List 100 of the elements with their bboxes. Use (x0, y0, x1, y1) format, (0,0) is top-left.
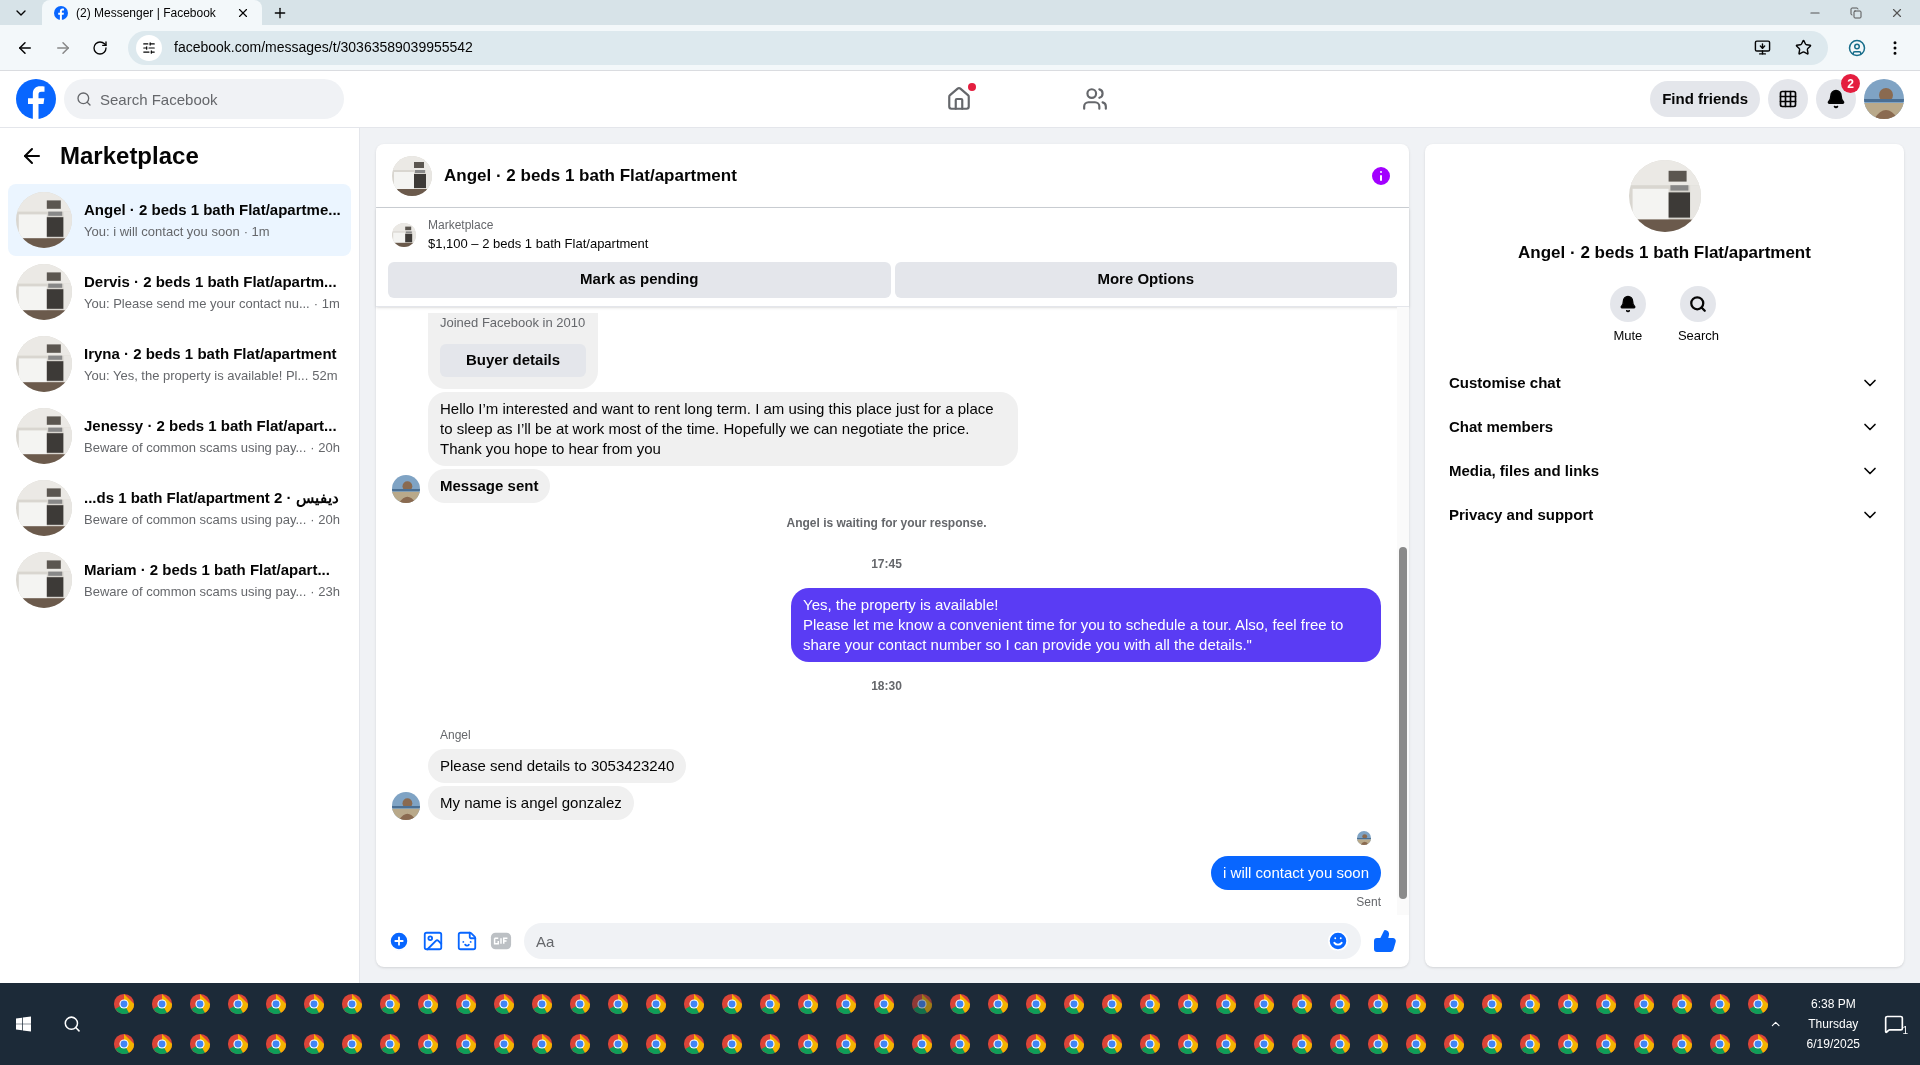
browser-icon[interactable] (569, 993, 592, 1015)
browser-icon[interactable] (683, 993, 706, 1015)
browser-icon[interactable] (1025, 993, 1048, 1015)
like-icon[interactable] (1373, 929, 1397, 953)
browser-icon[interactable] (113, 993, 136, 1015)
browser-icon[interactable] (151, 1033, 174, 1055)
menu-grid-icon[interactable] (1778, 89, 1798, 109)
browser-icon[interactable] (949, 1033, 972, 1055)
browser-icon[interactable] (1367, 993, 1390, 1015)
browser-icon[interactable] (987, 1033, 1010, 1055)
facebook-logo[interactable] (16, 79, 56, 119)
browser-icon[interactable] (1215, 993, 1238, 1015)
browser-icon[interactable] (873, 1033, 896, 1055)
browser-icon[interactable] (151, 993, 174, 1015)
search-field[interactable]: Search Facebook (64, 79, 344, 119)
browser-icon[interactable] (303, 1033, 326, 1055)
browser-icon[interactable] (1633, 1033, 1656, 1055)
browser-icon[interactable] (721, 1033, 744, 1055)
browser-icon[interactable] (1595, 1033, 1618, 1055)
listing-action-button[interactable]: More Options (894, 261, 1397, 298)
browser-icon[interactable] (1595, 993, 1618, 1015)
notifications-icon[interactable] (1826, 89, 1846, 109)
browser-icon[interactable] (1367, 1033, 1390, 1055)
conversation-item[interactable]: Angel · 2 beds 1 bath Flat/apartme... You: i will contact you soon · 1m (8, 184, 351, 256)
scrollbar[interactable] (1397, 306, 1409, 915)
emoji-icon[interactable] (1327, 930, 1349, 952)
browser-icon[interactable] (911, 993, 934, 1015)
browser-icon[interactable] (493, 1033, 516, 1055)
section-row[interactable]: Chat members (1437, 405, 1892, 449)
browser-icon[interactable] (1101, 1033, 1124, 1055)
browser-icon[interactable] (417, 993, 440, 1015)
address-bar[interactable]: facebook.com/messages/t/30363589039955542 (128, 30, 1828, 65)
browser-icon[interactable] (759, 1033, 782, 1055)
conversation-item[interactable]: Iryna · 2 beds 1 bath Flat/apartment You: Yes, the property is available! Pl... 52m (8, 328, 351, 400)
browser-icon[interactable] (379, 1033, 402, 1055)
action-button[interactable] (1680, 285, 1717, 322)
reload-icon[interactable] (92, 39, 108, 56)
browser-icon[interactable] (417, 1033, 440, 1055)
browser-icon[interactable] (1329, 993, 1352, 1015)
browser-icon[interactable] (1063, 1033, 1086, 1055)
browser-icon[interactable] (1443, 1033, 1466, 1055)
photo-icon[interactable] (422, 930, 444, 952)
browser-icon[interactable] (1139, 1033, 1162, 1055)
browser-icon[interactable] (1671, 993, 1694, 1015)
section-row[interactable]: Privacy and support (1437, 493, 1892, 537)
browser-icon[interactable] (949, 993, 972, 1015)
browser-icon[interactable] (341, 993, 364, 1015)
browser-icon[interactable] (645, 993, 668, 1015)
browser-icon[interactable] (1291, 993, 1314, 1015)
message-input[interactable]: Aa (524, 923, 1361, 959)
browser-icon[interactable] (1709, 993, 1732, 1015)
browser-icon[interactable] (1557, 993, 1580, 1015)
browser-tab[interactable]: (2) Messenger | Facebook (42, 0, 262, 25)
browser-icon[interactable] (1481, 1033, 1504, 1055)
conversation-item[interactable]: Mariam · 2 beds 1 bath Flat/apart... Beware of common scams using pay... · 23h (8, 544, 351, 616)
find-friends-button[interactable]: Find friends (1650, 81, 1760, 117)
site-info-icon[interactable] (142, 40, 156, 55)
browser-icon[interactable] (1025, 1033, 1048, 1055)
browser-icon[interactable] (1443, 993, 1466, 1015)
bookmark-icon[interactable] (1795, 39, 1812, 56)
browser-icon[interactable] (645, 1033, 668, 1055)
browser-icon[interactable] (227, 993, 250, 1015)
browser-icon[interactable] (1405, 1033, 1428, 1055)
browser-icon[interactable] (113, 1033, 136, 1055)
restore-icon[interactable] (1850, 6, 1862, 19)
notification-center-icon[interactable] (1884, 1014, 1904, 1034)
browser-icon[interactable] (607, 1033, 630, 1055)
listing-action-button[interactable]: Mark as pending (388, 261, 891, 298)
browser-icon[interactable] (1139, 993, 1162, 1015)
browser-icon[interactable] (1253, 993, 1276, 1015)
browser-icon[interactable] (1747, 1033, 1770, 1055)
section-row[interactable]: Customise chat (1437, 361, 1892, 405)
profile-icon[interactable] (1848, 38, 1866, 57)
browser-icon[interactable] (455, 993, 478, 1015)
conversation-item[interactable]: Dervis · 2 beds 1 bath Flat/apartm... You: Please send me your contact nu... · 1m (8, 256, 351, 328)
buyer-details-button[interactable]: Buyer details (440, 344, 586, 377)
conversation-item[interactable]: Jenessy · 2 beds 1 bath Flat/apart... Beware of common scams using pay... · 20h (8, 400, 351, 472)
browser-icon[interactable] (1633, 993, 1656, 1015)
browser-icon[interactable] (1253, 1033, 1276, 1055)
browser-icon[interactable] (835, 1033, 858, 1055)
browser-icon[interactable] (1405, 993, 1428, 1015)
browser-icon[interactable] (759, 993, 782, 1015)
browser-icon[interactable] (607, 993, 630, 1015)
section-row[interactable]: Media, files and links (1437, 449, 1892, 493)
browser-icon[interactable] (683, 1033, 706, 1055)
browser-icon[interactable] (531, 993, 554, 1015)
browser-icon[interactable] (265, 993, 288, 1015)
browser-icon[interactable] (1557, 1033, 1580, 1055)
browser-icon[interactable] (303, 993, 326, 1015)
browser-icon[interactable] (1177, 993, 1200, 1015)
browser-icon[interactable] (797, 1033, 820, 1055)
browser-icon[interactable] (1671, 1033, 1694, 1055)
browser-icon[interactable] (265, 1033, 288, 1055)
browser-icon[interactable] (797, 993, 820, 1015)
browser-icon[interactable] (341, 1033, 364, 1055)
browser-icon[interactable] (455, 1033, 478, 1055)
browser-icon[interactable] (1177, 1033, 1200, 1055)
browser-icon[interactable] (911, 1033, 934, 1055)
browser-icon[interactable] (1519, 1033, 1542, 1055)
browser-icon[interactable] (987, 993, 1010, 1015)
